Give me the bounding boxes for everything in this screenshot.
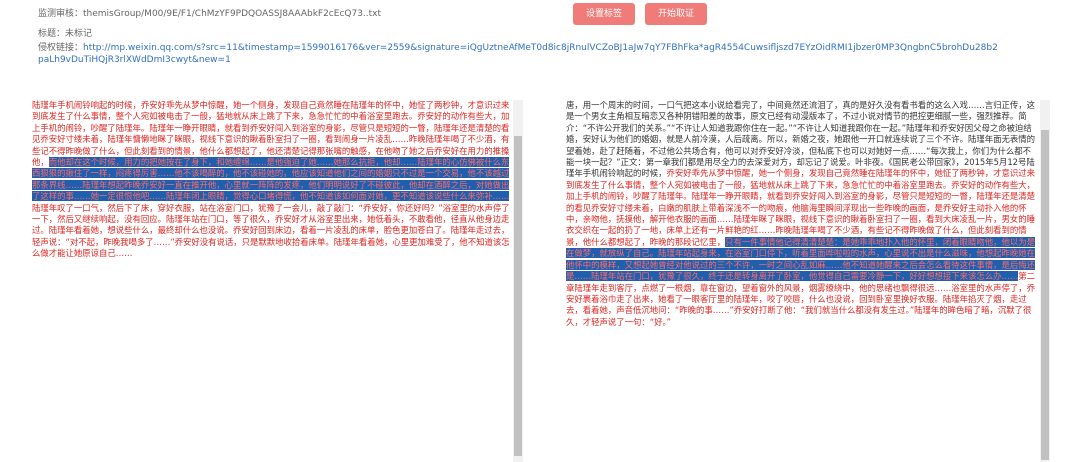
right-text-intro: 唐，用一个周末的时间，一口气把这本小说给看完了，中间竟然还流泪了，真的是好久没有… bbox=[566, 100, 1035, 179]
right-scrollbar[interactable] bbox=[1040, 100, 1050, 462]
header-meta: 监测审核：themisGroup/M00/9E/F1/ChMzYF9PDQOAS… bbox=[38, 4, 1018, 44]
right-text-body: 唐，用一个周末的时间，一口气把这本小说给看完了，中间竟然还流泪了，真的是好久没有… bbox=[566, 100, 1036, 328]
left-scrollbar-thumb[interactable] bbox=[514, 136, 522, 456]
audit-label: 监测审核： bbox=[38, 9, 84, 19]
left-text-panel[interactable]: 陆瑾年手机闹铃响起的时候，乔安好乖先从梦中惊醒，她一个侧身，发现自己竟然睡在陆瑾… bbox=[32, 100, 512, 462]
set-tag-button[interactable]: 设置标签 bbox=[573, 3, 635, 25]
audit-value: themisGroup/M00/9E/F1/ChMzYF9PDQOASSJ8AA… bbox=[83, 9, 382, 19]
infringement-link-line: 侵权链接：http://mp.weixin.qq.com/s?src=11&ti… bbox=[38, 42, 998, 66]
start-evidence-button[interactable]: 开始取证 bbox=[645, 3, 707, 25]
right-text-segment-1: 乔安好乖先从梦中惊醒，她一个侧身，发现自己竟然睡在陆瑾年的怀中，她怔了两秒钟，才… bbox=[566, 168, 1035, 247]
left-text-highlight: 而他却在这个时候，用力的把她按在了身下，和她缠绵……是他强迫了她……她那么抗拒，… bbox=[32, 157, 510, 202]
link-label: 侵权链接： bbox=[38, 43, 84, 53]
title-label: 标题： bbox=[38, 29, 66, 39]
title-value: 未标记 bbox=[65, 29, 93, 39]
left-scrollbar[interactable] bbox=[513, 100, 523, 462]
left-text-segment-2: 陆瑾年叹了一口气，然后下了床，穿好衣服，站在浴室门口，犹豫了一会儿，敲了敲门：“… bbox=[32, 202, 510, 259]
audit-line: 监测审核：themisGroup/M00/9E/F1/ChMzYF9PDQOAS… bbox=[38, 4, 1018, 24]
right-scrollbar-thumb[interactable] bbox=[1041, 130, 1049, 460]
left-text-body: 陆瑾年手机闹铃响起的时候，乔安好乖先从梦中惊醒，她一个侧身，发现自己竟然睡在陆瑾… bbox=[32, 100, 512, 260]
infringement-link[interactable]: http://mp.weixin.qq.com/s?src=11&timesta… bbox=[38, 43, 998, 65]
right-text-panel[interactable]: 唐，用一个周末的时间，一口气把这本小说给看完了，中间竟然还流泪了，真的是好久没有… bbox=[566, 100, 1036, 462]
title-line: 标题：未标记 bbox=[38, 24, 1018, 44]
